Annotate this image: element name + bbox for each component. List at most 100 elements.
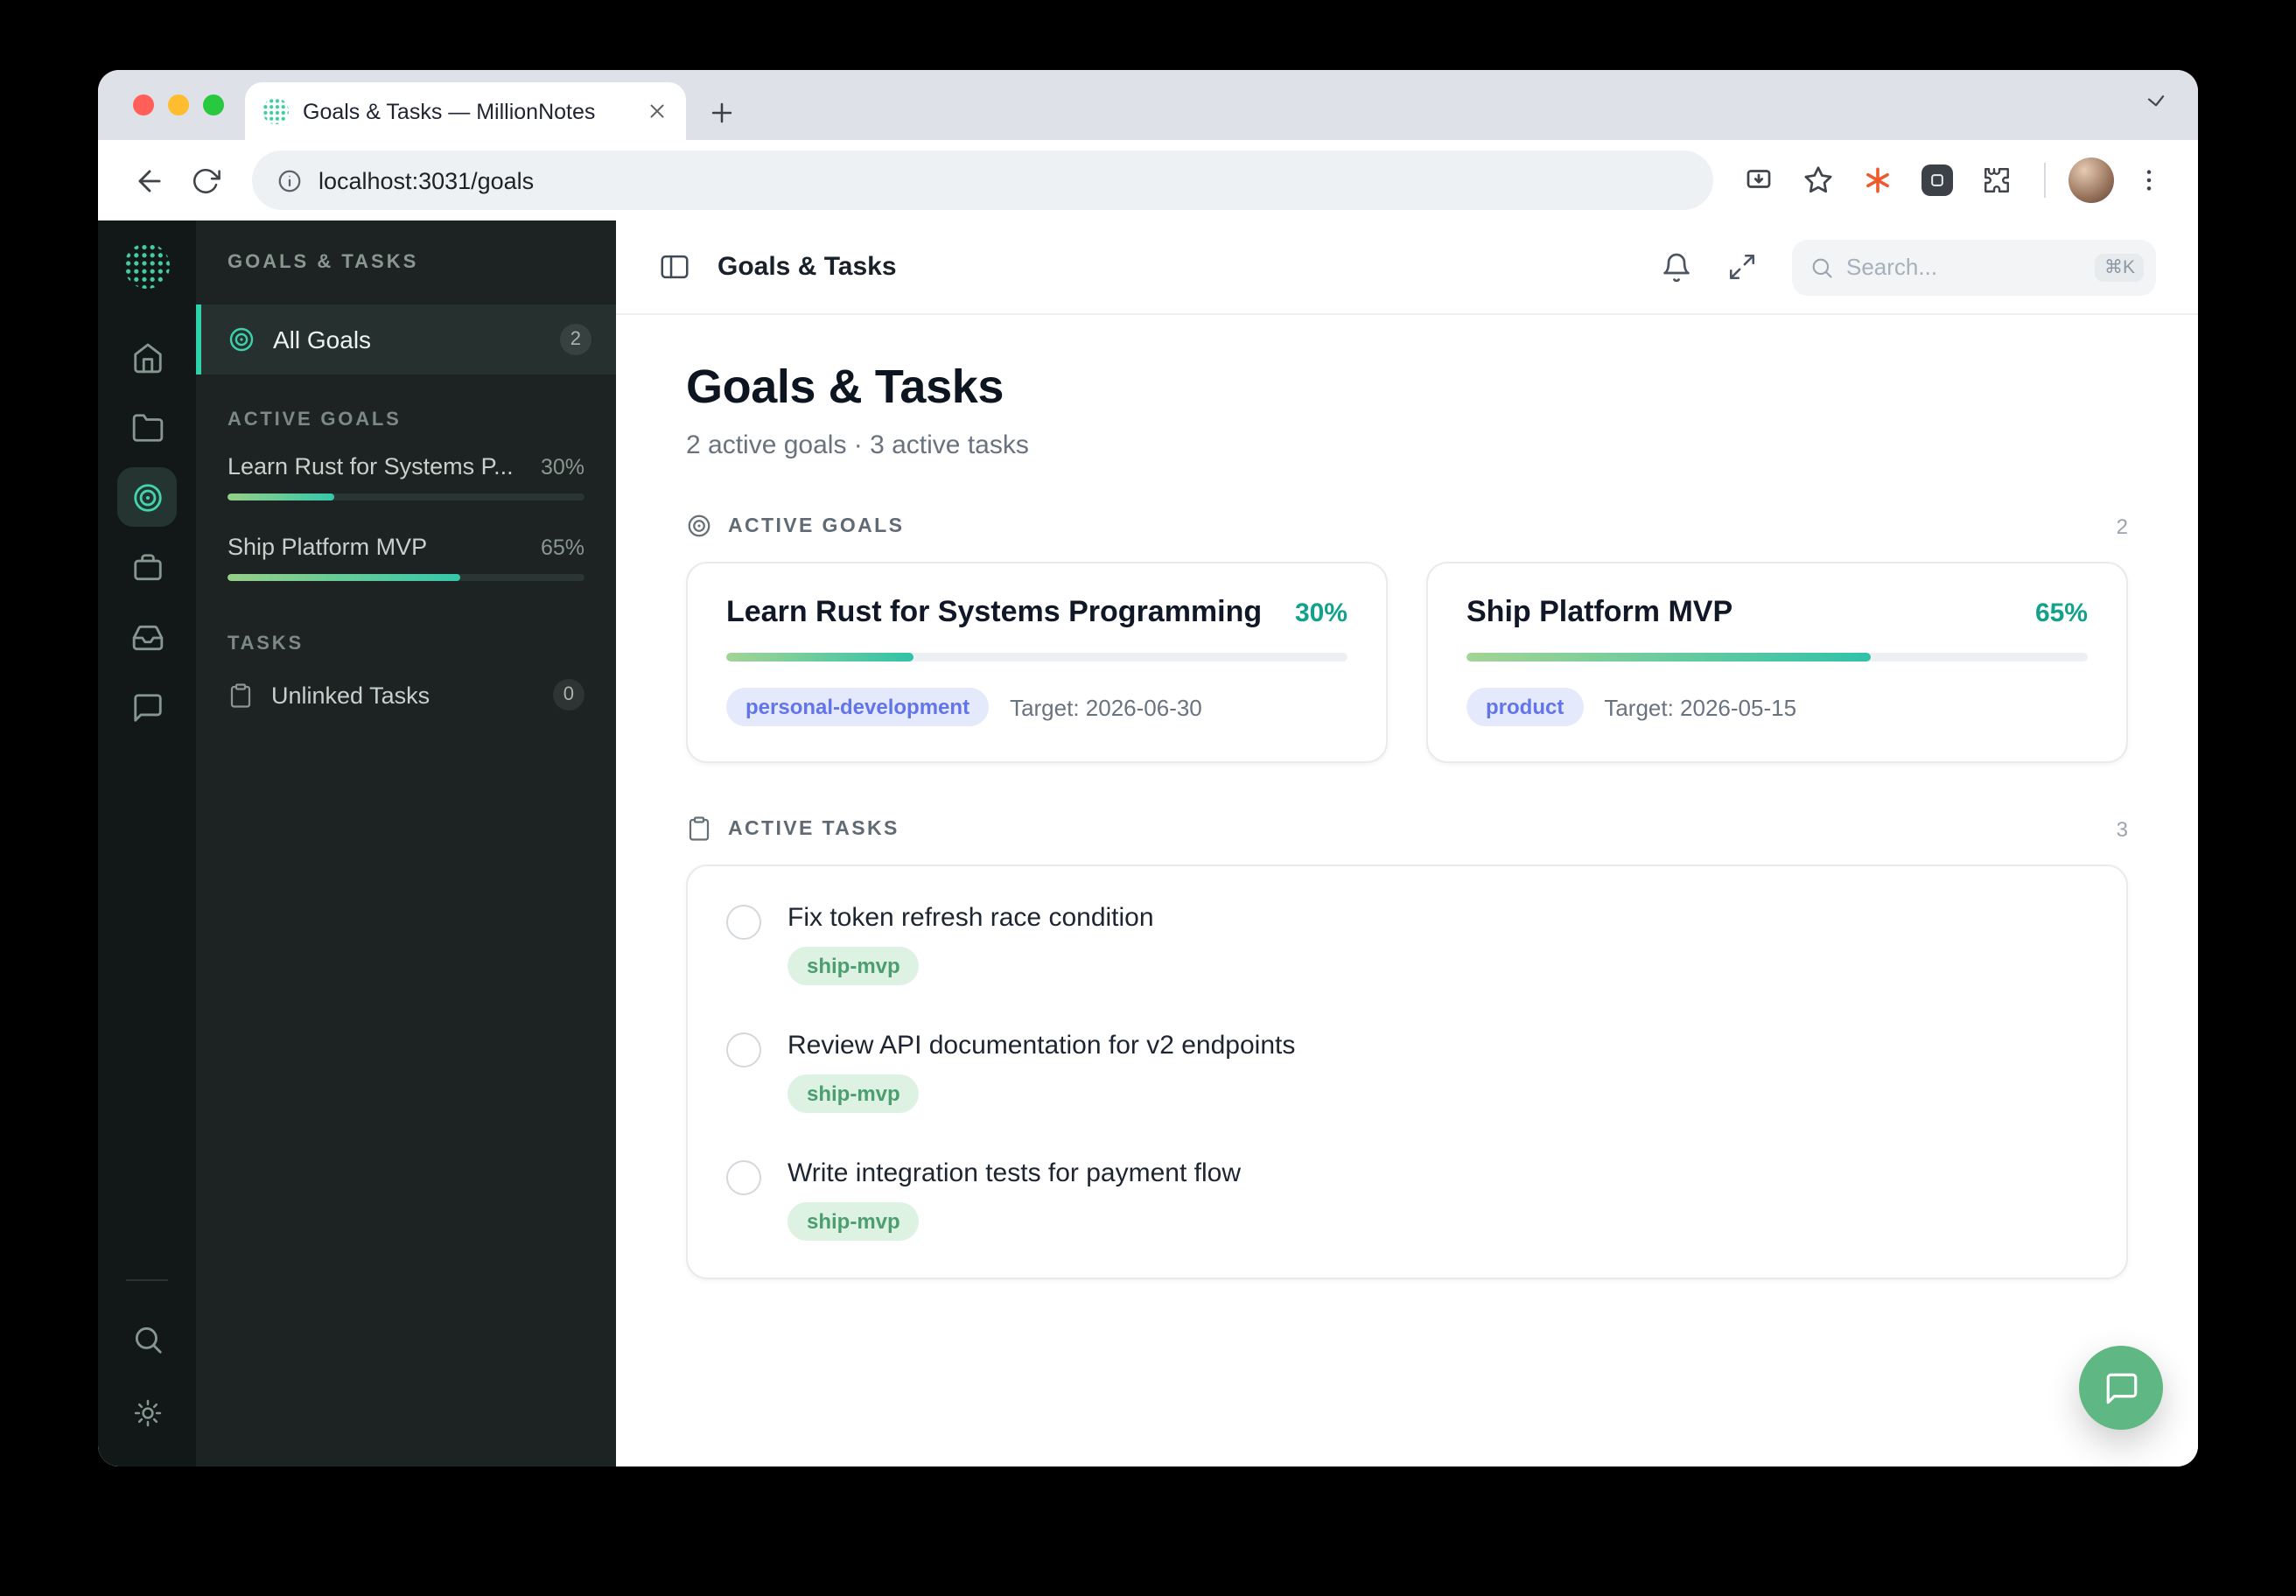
- extension-starburst-icon[interactable]: [1853, 156, 1902, 205]
- sidebar-item-unlinked-tasks[interactable]: Unlinked Tasks 0: [196, 662, 616, 728]
- sidebar-header: GOALS & TASKS: [228, 252, 419, 273]
- zoom-window-button[interactable]: [203, 94, 224, 116]
- page-title: Goals & Tasks: [686, 360, 1004, 413]
- all-goals-count-badge: 2: [559, 324, 592, 355]
- sidebar-goal-label: Learn Rust for Systems P...: [228, 453, 514, 480]
- search-input[interactable]: [1846, 254, 2083, 280]
- active-tasks-section-label: ACTIVE TASKS: [728, 818, 900, 839]
- task-tag[interactable]: ship-mvp: [788, 1074, 920, 1113]
- minimize-window-button[interactable]: [168, 94, 189, 116]
- active-goals-section-label: ACTIVE GOALS: [728, 515, 905, 536]
- sidebar-goal-percent: 30%: [540, 454, 584, 479]
- nav-chat-icon[interactable]: [117, 677, 177, 737]
- nav-projects-icon[interactable]: [117, 537, 177, 597]
- sidebar-toggle-icon[interactable]: [658, 250, 691, 284]
- rail-search-icon[interactable]: [117, 1309, 177, 1368]
- clipboard-icon: [228, 682, 254, 708]
- sidebar-section-tasks: TASKS: [228, 634, 304, 654]
- sidebar-goal-progress-fill: [228, 494, 335, 500]
- goal-card-title: Learn Rust for Systems Programming: [726, 595, 1263, 628]
- task-checkbox[interactable]: [726, 905, 761, 940]
- profile-avatar[interactable]: [2068, 158, 2114, 203]
- reload-button[interactable]: [178, 154, 231, 206]
- nav-goals-icon[interactable]: [117, 467, 177, 527]
- task-row[interactable]: Write integration tests for payment flow…: [688, 1136, 2126, 1264]
- task-row[interactable]: Fix token refresh race condition ship-mv…: [688, 880, 2126, 1008]
- active-tasks-section-header: ACTIVE TASKS 3: [686, 816, 2128, 842]
- chat-fab-button[interactable]: [2079, 1346, 2163, 1430]
- new-tab-button[interactable]: [707, 98, 737, 128]
- browser-window: Goals & Tasks — MillionNotes localhost:3…: [98, 70, 2198, 1466]
- goals-grid: Learn Rust for Systems Programming 30% p…: [686, 562, 2128, 763]
- goal-progress-track: [726, 653, 1348, 662]
- sidebar-goal-progress-track: [228, 574, 584, 581]
- nav-inbox-icon[interactable]: [117, 607, 177, 667]
- traffic-lights: [133, 94, 224, 116]
- task-title: Fix token refresh race condition: [788, 903, 1154, 933]
- install-app-icon[interactable]: [1734, 156, 1783, 205]
- task-tag[interactable]: ship-mvp: [788, 1202, 920, 1241]
- rail-nav: [117, 327, 177, 737]
- rail-bottom: [117, 1279, 177, 1442]
- search-shortcut-kbd: ⌘K: [2095, 253, 2144, 281]
- active-goals-section-count: 2: [2116, 514, 2128, 538]
- goal-target-date: Target: 2026-05-15: [1604, 694, 1797, 720]
- clipboard-icon: [689, 816, 710, 841]
- target-icon: [688, 514, 710, 537]
- tasks-card: Fix token refresh race condition ship-mv…: [686, 864, 2128, 1279]
- goal-tag[interactable]: product: [1466, 688, 1584, 726]
- nav-folders-icon[interactable]: [117, 397, 177, 457]
- task-tag[interactable]: ship-mvp: [788, 947, 920, 985]
- rail-divider: [126, 1279, 168, 1281]
- main-header: Goals & Tasks ⌘K: [616, 220, 2198, 315]
- nav-home-icon[interactable]: [117, 327, 177, 387]
- app-logo-icon[interactable]: [124, 243, 170, 289]
- address-bar: localhost:3031/goals: [98, 140, 2198, 220]
- goal-card[interactable]: Ship Platform MVP 65% product Target: 20…: [1426, 562, 2128, 763]
- url-field[interactable]: localhost:3031/goals: [252, 150, 1713, 210]
- app-root: GOALS & TASKS All Goals 2 ACTIVE GOALS L…: [98, 220, 2198, 1466]
- goal-target-date: Target: 2026-06-30: [1010, 694, 1202, 720]
- icon-rail: [98, 220, 196, 1466]
- goal-tag[interactable]: personal-development: [726, 688, 990, 726]
- sidebar-goal-item[interactable]: Ship Platform MVP 65%: [196, 518, 616, 598]
- extension-dark-icon[interactable]: [1913, 156, 1962, 205]
- address-bar-actions: [1734, 156, 2174, 205]
- expand-fullscreen-icon[interactable]: [1727, 252, 1757, 282]
- sidebar-goal-label: Ship Platform MVP: [228, 534, 428, 560]
- task-title: Write integration tests for payment flow: [788, 1158, 1241, 1188]
- extensions-puzzle-icon[interactable]: [1972, 156, 2021, 205]
- sidebar-panel: GOALS & TASKS All Goals 2 ACTIVE GOALS L…: [196, 220, 616, 1466]
- tab-search-chevron-icon[interactable]: [2142, 89, 2170, 117]
- stage: Goals & Tasks — MillionNotes localhost:3…: [0, 0, 2296, 1596]
- rail-settings-gear-icon[interactable]: [117, 1382, 177, 1442]
- sidebar-goal-item[interactable]: Learn Rust for Systems P... 30%: [196, 438, 616, 518]
- sidebar-item-all-goals[interactable]: All Goals 2: [196, 304, 616, 374]
- url-text[interactable]: localhost:3031/goals: [318, 167, 534, 193]
- back-button[interactable]: [122, 154, 175, 206]
- tab-strip: Goals & Tasks — MillionNotes: [98, 70, 2198, 140]
- goal-progress-fill: [726, 653, 913, 662]
- tab-close-icon[interactable]: [646, 100, 668, 122]
- goal-progress-track: [1466, 653, 2088, 662]
- task-row[interactable]: Review API documentation for v2 endpoint…: [688, 1008, 2126, 1136]
- sidebar-goal-progress-fill: [228, 574, 460, 581]
- sidebar-section-active-goals: ACTIVE GOALS: [228, 410, 402, 430]
- task-checkbox[interactable]: [726, 1032, 761, 1068]
- goal-card-percent: 30%: [1294, 598, 1348, 628]
- search-icon: [1812, 257, 1832, 277]
- active-tasks-section-count: 3: [2116, 816, 2128, 841]
- bookmark-star-icon[interactable]: [1794, 156, 1843, 205]
- browser-menu-kebab-icon[interactable]: [2124, 156, 2174, 205]
- goal-progress-fill: [1466, 653, 1871, 662]
- sidebar-goal-progress-track: [228, 494, 584, 500]
- main-header-title: Goals & Tasks: [718, 252, 897, 282]
- notifications-bell-icon[interactable]: [1661, 251, 1692, 283]
- task-checkbox[interactable]: [726, 1160, 761, 1195]
- browser-tab[interactable]: Goals & Tasks — MillionNotes: [245, 82, 686, 140]
- site-info-icon[interactable]: [276, 167, 303, 193]
- close-window-button[interactable]: [133, 94, 154, 116]
- site-favicon-icon: [262, 98, 289, 124]
- search-box[interactable]: ⌘K: [1792, 239, 2156, 295]
- goal-card[interactable]: Learn Rust for Systems Programming 30% p…: [686, 562, 1388, 763]
